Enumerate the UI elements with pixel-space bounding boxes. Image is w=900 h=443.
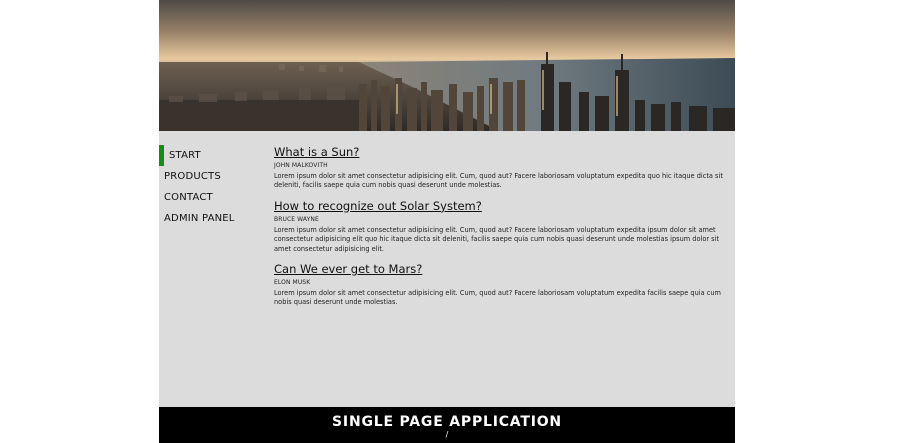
footer: SINGLE PAGE APPLICATION /: [159, 407, 735, 443]
city-skyline-image: [159, 0, 735, 131]
sidebar-item-label: START: [169, 150, 201, 161]
footer-title: SINGLE PAGE APPLICATION: [332, 414, 562, 430]
sidebar-item-start[interactable]: START: [159, 145, 259, 166]
article-title-link[interactable]: Can We ever get to Mars?: [274, 262, 724, 276]
article-title-link[interactable]: How to recognize out Solar System?: [274, 199, 724, 213]
skyline-illustration: [159, 0, 735, 131]
sidebar-nav: START PRODUCTS CONTACT ADMIN PANEL: [159, 145, 259, 229]
article-body: Lorem ipsum dolor sit amet consectetur a…: [274, 289, 721, 307]
article-body: Lorem ipsum dolor sit amet consectetur a…: [274, 225, 720, 253]
article-author: ELON MUSK: [274, 279, 311, 287]
article-title-link[interactable]: What is a Sun?: [274, 145, 724, 159]
sidebar-item-label: CONTACT: [164, 192, 213, 203]
article-author: JOHN MALKOVITH: [274, 162, 328, 169]
article-item: What is a Sun? JOHN MALKOVITH Lorem ipsu…: [274, 145, 724, 191]
sidebar-item-products[interactable]: PRODUCTS: [159, 166, 259, 187]
article-list: What is a Sun? JOHN MALKOVITH Lorem ipsu…: [274, 145, 724, 316]
sidebar-item-admin-panel[interactable]: ADMIN PANEL: [159, 208, 259, 229]
sidebar-item-label: ADMIN PANEL: [164, 213, 235, 224]
sidebar-item-label: PRODUCTS: [164, 171, 221, 182]
article-item: Can We ever get to Mars? ELON MUSK Lorem…: [274, 262, 724, 308]
footer-route-path: /: [445, 430, 449, 439]
article-item: How to recognize out Solar System? BRUCE…: [274, 199, 724, 254]
sidebar-item-contact[interactable]: CONTACT: [159, 187, 259, 208]
page-container: START PRODUCTS CONTACT ADMIN PANEL What …: [159, 0, 735, 443]
article-body: Lorem ipsum dolor sit amet consectetur a…: [274, 172, 723, 190]
article-author: BRUCE WAYNE: [274, 215, 319, 223]
